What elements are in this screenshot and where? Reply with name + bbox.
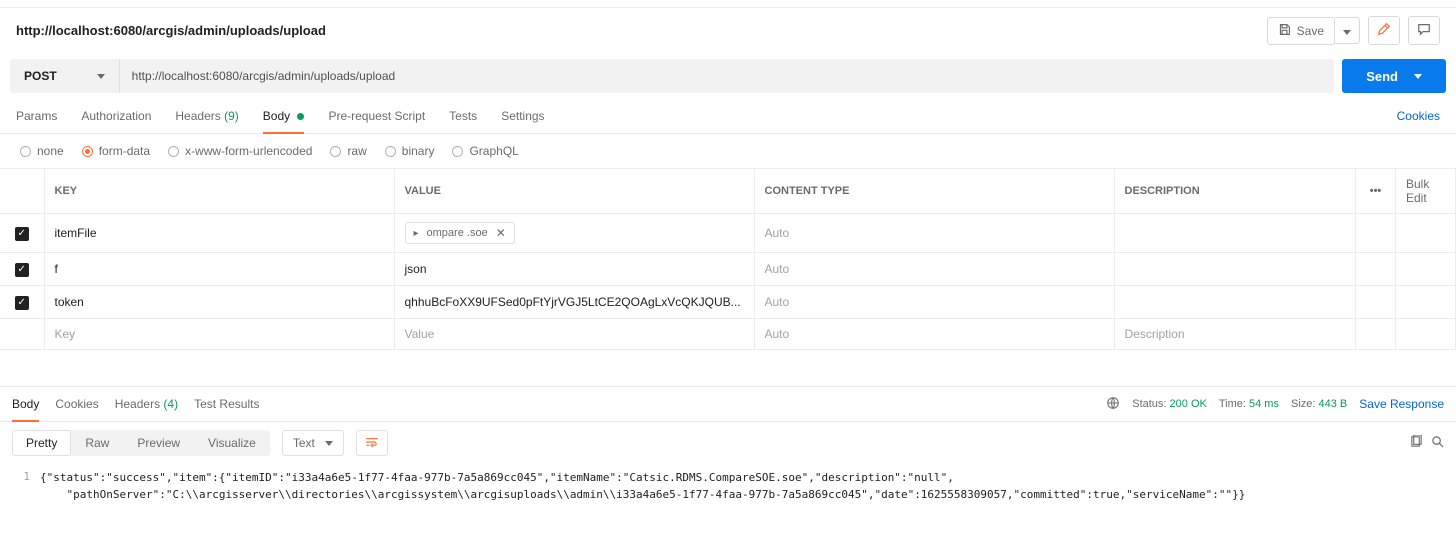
body-type-raw[interactable]: raw (330, 144, 366, 158)
file-chip[interactable]: ▸ ompare .soe ✕ (405, 222, 515, 244)
copy-response-icon[interactable] (1410, 435, 1423, 451)
key-cell[interactable]: f (44, 253, 394, 286)
table-row-empty: Key Value Auto Description (0, 319, 1456, 350)
save-dropdown-button[interactable] (1335, 17, 1360, 44)
description-cell[interactable] (1114, 286, 1356, 319)
tab-settings[interactable]: Settings (501, 99, 544, 133)
table-row: itemFile ▸ ompare .soe ✕ Auto (0, 214, 1456, 253)
wrap-lines-button[interactable] (356, 430, 388, 456)
line-number: 1 (0, 470, 40, 503)
search-response-icon[interactable] (1431, 435, 1444, 451)
view-visualize[interactable]: Visualize (194, 430, 270, 456)
tab-authorization[interactable]: Authorization (81, 99, 151, 133)
content-type-cell[interactable]: Auto (754, 214, 1114, 253)
request-name: http://localhost:6080/arcgis/admin/uploa… (16, 23, 1267, 38)
description-cell[interactable] (1114, 214, 1356, 253)
chevron-down-icon (1343, 30, 1351, 35)
value-input[interactable]: Value (394, 319, 754, 350)
key-input[interactable]: Key (44, 319, 394, 350)
body-type-urlencoded[interactable]: x-www-form-urlencoded (168, 144, 312, 158)
value-cell[interactable]: json (394, 253, 754, 286)
value-cell[interactable]: qhhuBcFoXX9UFSed0pFtYjrVGJ5LtCE2QOAgLxVc… (394, 286, 754, 319)
response-tab-cookies[interactable]: Cookies (55, 387, 98, 421)
value-cell[interactable]: ▸ ompare .soe ✕ (394, 214, 754, 253)
cookies-link[interactable]: Cookies (1397, 99, 1440, 133)
save-button[interactable]: Save (1267, 17, 1335, 45)
column-description: DESCRIPTION (1114, 169, 1356, 214)
comment-button[interactable] (1408, 16, 1440, 45)
column-value: VALUE (394, 169, 754, 214)
chevron-right-icon: ▸ (414, 228, 419, 239)
body-type-graphql[interactable]: GraphQL (452, 144, 518, 158)
size-label: Size: 443 B (1291, 398, 1347, 410)
edit-button[interactable] (1368, 16, 1400, 45)
content-type-input[interactable]: Auto (754, 319, 1114, 350)
table-row: token qhhuBcFoXX9UFSed0pFtYjrVGJ5LtCE2QO… (0, 286, 1456, 319)
tab-params[interactable]: Params (16, 99, 57, 133)
response-body-text[interactable]: 1 {"status":"success","item":{"itemID":"… (0, 464, 1456, 523)
table-row: f json Auto (0, 253, 1456, 286)
chevron-down-icon (325, 441, 333, 446)
tab-prerequest-script[interactable]: Pre-request Script (328, 99, 425, 133)
chevron-down-icon (97, 74, 105, 79)
view-pretty[interactable]: Pretty (12, 430, 71, 456)
save-icon (1278, 23, 1291, 39)
key-cell[interactable]: itemFile (44, 214, 394, 253)
format-select[interactable]: Text (282, 430, 344, 456)
body-type-formdata[interactable]: form-data (82, 144, 150, 158)
content-type-cell[interactable]: Auto (754, 253, 1114, 286)
response-tab-testresults[interactable]: Test Results (194, 387, 259, 421)
tab-tests[interactable]: Tests (449, 99, 477, 133)
description-cell[interactable] (1114, 253, 1356, 286)
row-checkbox[interactable] (15, 263, 29, 277)
globe-icon[interactable] (1106, 396, 1120, 413)
chevron-down-icon (1414, 74, 1422, 79)
bulk-edit-button[interactable]: Bulk Edit (1396, 169, 1456, 214)
description-input[interactable]: Description (1114, 319, 1356, 350)
row-checkbox[interactable] (15, 227, 29, 241)
url-input[interactable] (120, 59, 1335, 93)
comment-icon (1417, 24, 1431, 39)
body-type-none[interactable]: none (20, 144, 64, 158)
response-tab-headers[interactable]: Headers (4) (115, 387, 178, 421)
tab-body[interactable]: Body (263, 99, 305, 133)
response-tab-body[interactable]: Body (12, 387, 39, 421)
remove-file-icon[interactable]: ✕ (496, 226, 506, 240)
column-more-button[interactable]: ••• (1356, 169, 1396, 214)
save-response-button[interactable]: Save Response (1359, 397, 1444, 411)
key-cell[interactable]: token (44, 286, 394, 319)
column-content-type: CONTENT TYPE (754, 169, 1114, 214)
send-button[interactable]: Send (1342, 59, 1446, 93)
tab-headers[interactable]: Headers (9) (175, 99, 238, 133)
column-key: KEY (44, 169, 394, 214)
view-preview[interactable]: Preview (123, 430, 194, 456)
time-label: Time: 54 ms (1219, 398, 1279, 410)
content-type-cell[interactable]: Auto (754, 286, 1114, 319)
status-label: Status: 200 OK (1132, 398, 1207, 410)
body-type-binary[interactable]: binary (385, 144, 435, 158)
pencil-icon (1377, 24, 1391, 39)
http-method-select[interactable]: POST (10, 59, 120, 93)
row-checkbox[interactable] (15, 296, 29, 310)
active-dot-icon (297, 113, 304, 120)
view-raw[interactable]: Raw (71, 430, 123, 456)
